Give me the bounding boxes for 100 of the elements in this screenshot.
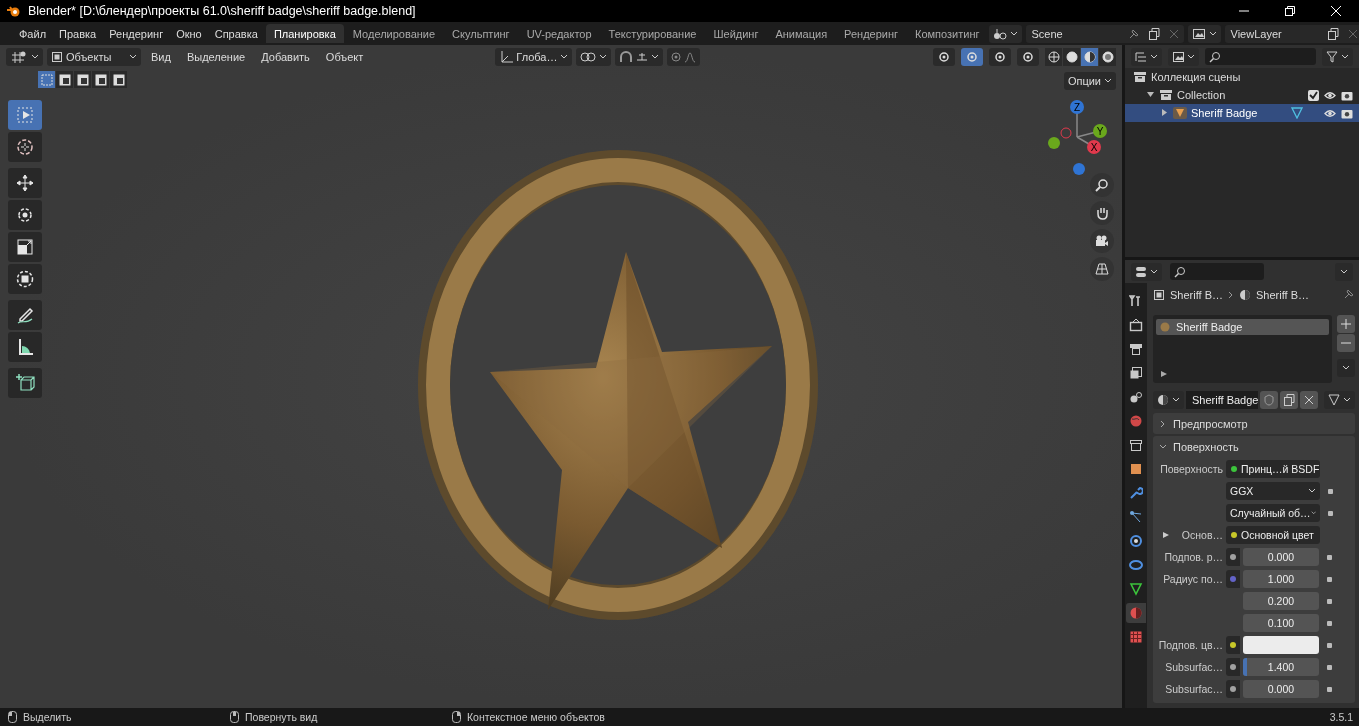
chevron-down-icon[interactable]	[1104, 78, 1112, 84]
scene-field[interactable]: Scene	[1025, 24, 1184, 43]
outliner-row[interactable]: Sheriff Badge	[1125, 104, 1359, 122]
select-mode-button[interactable]	[74, 71, 91, 88]
select-mode-button[interactable]	[56, 71, 73, 88]
number-field[interactable]: 1.000	[1243, 570, 1319, 588]
editor-type-button[interactable]	[1131, 262, 1162, 281]
menu-item[interactable]: Файл	[13, 27, 53, 40]
viewport-toggle[interactable]	[961, 47, 983, 66]
chevron-down-icon[interactable]	[1187, 53, 1195, 60]
mode-dropdown[interactable]: Объекты	[47, 47, 141, 66]
chevron-down-icon[interactable]	[1150, 268, 1158, 275]
axis-gizmo[interactable]: Z Y X	[1042, 97, 1112, 175]
search-field[interactable]	[1205, 48, 1316, 65]
chevron-down-icon[interactable]	[1208, 30, 1217, 37]
view-layer-field[interactable]: ViewLayer	[1224, 24, 1359, 43]
chevron-down-icon[interactable]	[1308, 488, 1316, 494]
orientation-dropdown[interactable]: Глоба…	[495, 47, 573, 66]
search-field[interactable]	[1170, 263, 1264, 280]
shader-link-field[interactable]: Принц…й BSDF	[1226, 460, 1320, 478]
socket-button[interactable]	[1226, 658, 1240, 676]
dropdown-field[interactable]: GGX	[1226, 482, 1320, 500]
shading-button[interactable]	[1099, 47, 1116, 66]
workspace-tab[interactable]: Скульптинг	[444, 24, 518, 43]
pin-icon[interactable]	[1127, 27, 1140, 40]
number-field[interactable]: 0.100	[1243, 614, 1319, 632]
close-icon[interactable]	[1347, 28, 1358, 39]
camera-button[interactable]	[1090, 229, 1114, 253]
filter-button[interactable]	[1322, 47, 1353, 66]
unlink-button[interactable]	[1300, 391, 1318, 409]
workspace-tab[interactable]: Композитинг	[907, 24, 988, 43]
chevron-down-icon[interactable]	[1341, 53, 1349, 60]
copy-icon[interactable]	[1147, 27, 1160, 40]
editor-type-button[interactable]	[6, 47, 43, 66]
select-mode-button[interactable]	[92, 71, 109, 88]
tool-button[interactable]	[8, 368, 42, 398]
tool-button[interactable]	[8, 168, 42, 198]
workspace-tab[interactable]: UV-редактор	[518, 24, 600, 43]
menu-item[interactable]: Рендеринг	[103, 27, 170, 40]
tool-button[interactable]	[8, 200, 42, 230]
zoom-button[interactable]	[1090, 173, 1114, 197]
scene-browse-button[interactable]	[988, 24, 1022, 43]
perspective-button[interactable]	[1090, 257, 1114, 281]
outliner-row[interactable]: Collection	[1125, 86, 1359, 104]
outliner-row[interactable]: Коллекция сцены	[1125, 68, 1359, 86]
menu-item[interactable]: Правка	[53, 27, 103, 40]
chevron-down-icon[interactable]	[560, 53, 569, 60]
number-field[interactable]: 0.000	[1243, 680, 1319, 698]
copy-icon[interactable]	[1326, 27, 1339, 40]
material-browse-button[interactable]	[1153, 391, 1184, 409]
options-dropdown[interactable]: Опции	[1063, 72, 1116, 90]
chevron-down-icon[interactable]	[1340, 268, 1348, 275]
expand-arrow-icon[interactable]	[1161, 371, 1167, 377]
panel-header[interactable]: Предпросмотр	[1153, 413, 1355, 434]
chevron-down-icon[interactable]	[1310, 510, 1316, 516]
shading-button[interactable]	[1081, 47, 1098, 66]
material-name-field[interactable]: Sheriff Badge	[1186, 391, 1259, 409]
select-mode-button[interactable]	[110, 71, 127, 88]
chevron-down-icon[interactable]	[1009, 30, 1018, 37]
workspace-tab[interactable]: Шейдинг	[705, 24, 767, 43]
checkbox[interactable]	[1308, 89, 1319, 101]
chevron-down-icon[interactable]	[1150, 53, 1158, 60]
dropdown-field[interactable]: Случайный об…	[1226, 504, 1320, 522]
tool-button[interactable]	[8, 332, 42, 362]
display-mode-button[interactable]	[1168, 47, 1199, 66]
number-field[interactable]: 0.000	[1243, 548, 1319, 566]
workspace-tab[interactable]: Моделирование	[344, 24, 444, 43]
chevron-down-icon[interactable]	[1343, 397, 1351, 403]
workspace-tab[interactable]: Рендеринг	[836, 24, 907, 43]
collapse-arrow-icon[interactable]	[1147, 91, 1155, 99]
color-swatch[interactable]	[1243, 636, 1319, 654]
socket-button[interactable]	[1226, 548, 1240, 566]
pan-button[interactable]	[1090, 201, 1114, 225]
add-slot-button[interactable]	[1337, 315, 1355, 333]
close-icon[interactable]	[1168, 28, 1179, 39]
chevron-down-icon[interactable]	[1342, 365, 1350, 371]
falloff-button[interactable]	[667, 47, 701, 66]
socket-button[interactable]	[1226, 636, 1240, 654]
tool-button[interactable]	[8, 300, 42, 330]
viewport-menu-item[interactable]: Объект	[319, 50, 370, 63]
material-slot[interactable]: Sheriff Badge	[1156, 319, 1329, 335]
menu-item[interactable]: Окно	[170, 27, 208, 40]
tool-button[interactable]	[8, 132, 42, 162]
viewport-toggle[interactable]	[933, 47, 955, 66]
viewport-menu-item[interactable]: Выделение	[180, 50, 252, 63]
remove-slot-button[interactable]	[1337, 334, 1355, 352]
expand-arrow-icon[interactable]	[1163, 532, 1169, 538]
number-field[interactable]: 0.200	[1243, 592, 1319, 610]
fake-user-button[interactable]	[1260, 391, 1279, 409]
pin-icon[interactable]	[1343, 288, 1355, 300]
chevron-down-icon[interactable]	[651, 53, 660, 60]
workspace-tab[interactable]: Текстурирование	[600, 24, 705, 43]
socket-button[interactable]	[1226, 680, 1240, 698]
chevron-down-icon[interactable]	[1172, 397, 1180, 403]
chevron-down-icon[interactable]	[129, 53, 137, 60]
link-dropdown[interactable]	[1324, 391, 1355, 409]
viewport-menu-item[interactable]: Добавить	[255, 50, 316, 63]
viewport-menu-item[interactable]: Вид	[145, 50, 177, 63]
workspace-tab[interactable]: Анимация	[767, 24, 836, 43]
tool-button[interactable]	[8, 264, 42, 294]
